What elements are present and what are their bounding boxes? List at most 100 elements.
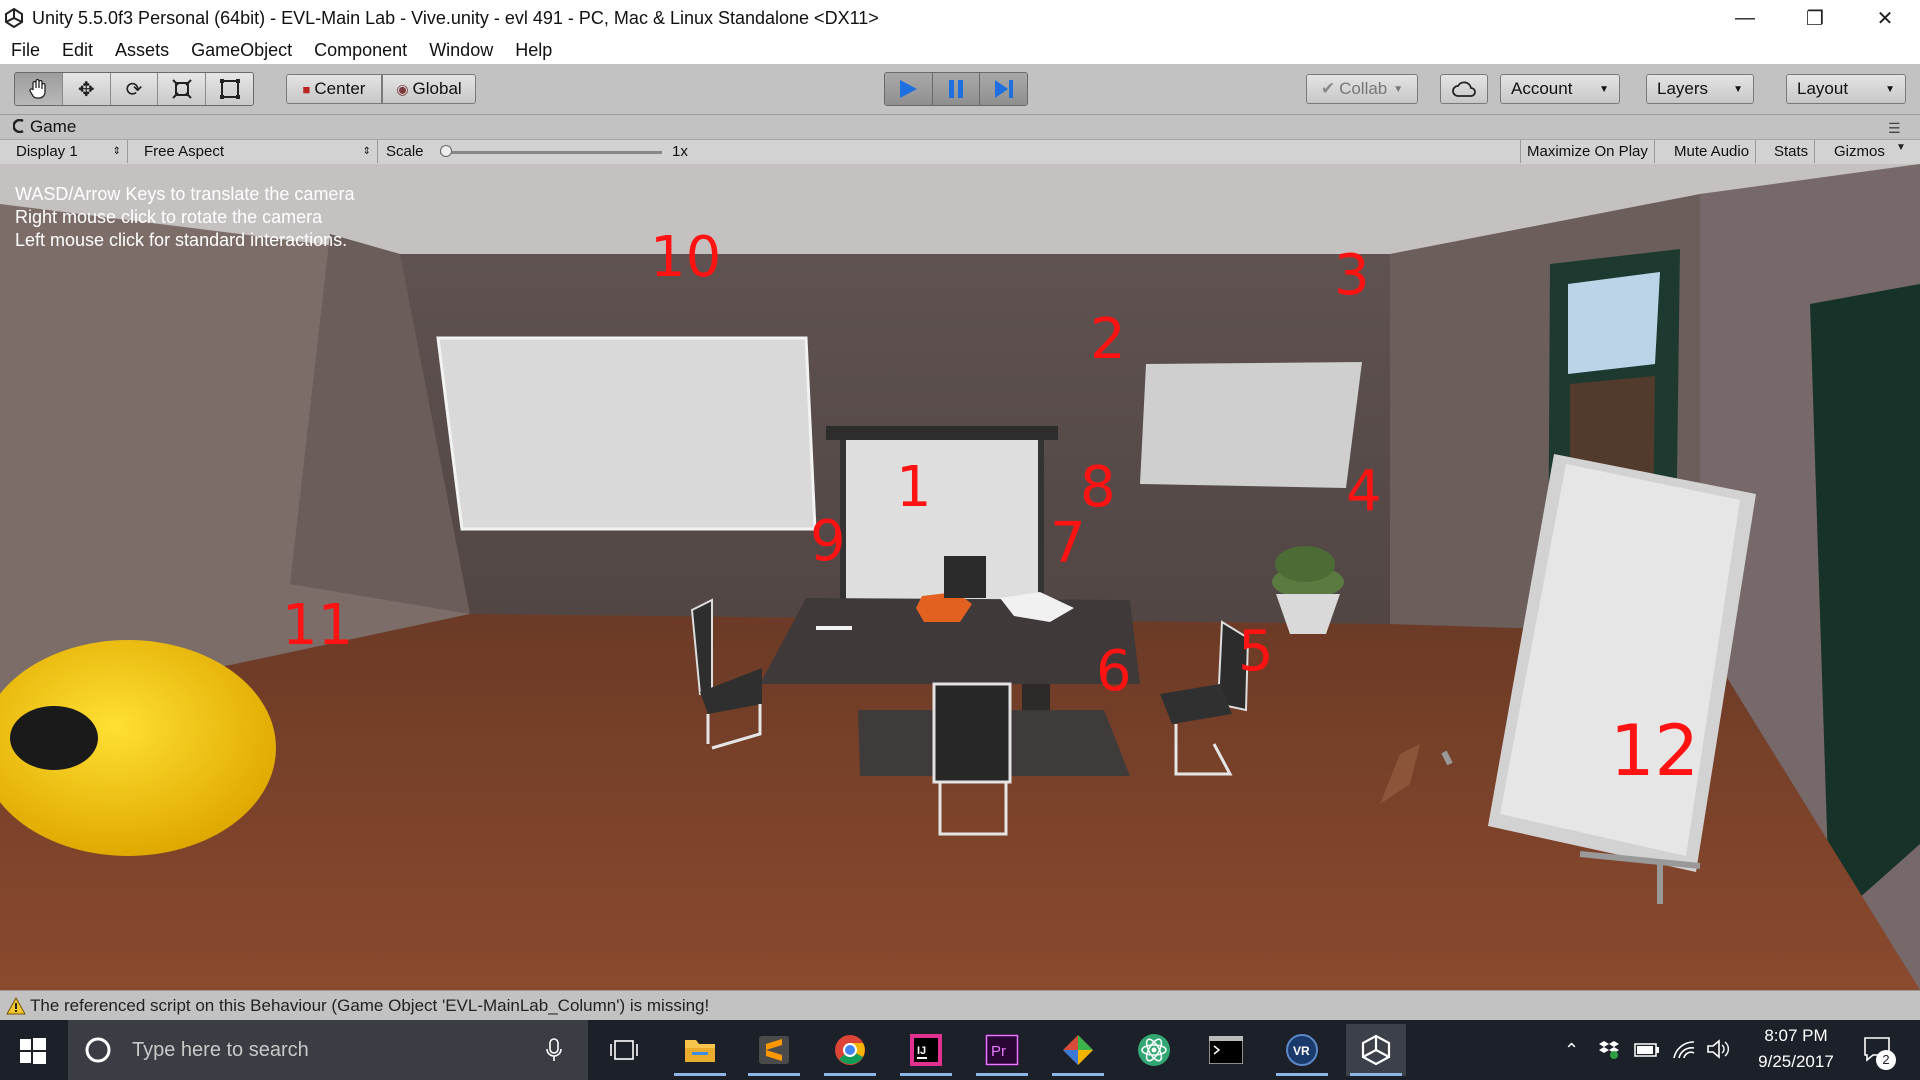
play-controls	[884, 72, 1028, 106]
display-dropdown[interactable]: Display 1 ⇕	[10, 140, 128, 163]
rect-icon[interactable]	[206, 73, 253, 105]
battery-icon[interactable]	[1634, 1042, 1660, 1058]
annotation-11: 11	[282, 593, 354, 658]
window-title: Unity 5.5.0f3 Personal (64bit) - EVL-Mai…	[32, 8, 879, 28]
menu-window[interactable]: Window	[418, 40, 504, 61]
hint-rotate: Right mouse click to rotate the camera	[15, 207, 323, 227]
restore-icon[interactable]: ❐	[1780, 0, 1850, 36]
menu-gameobject[interactable]: GameObject	[180, 40, 303, 61]
aspect-dropdown[interactable]: Free Aspect ⇕	[138, 140, 378, 163]
scale-slider[interactable]	[440, 145, 662, 157]
annotation-9: 9	[810, 509, 846, 574]
annotation-2: 2	[1090, 307, 1126, 372]
dropdown-arrow-icon[interactable]: ▼	[1896, 142, 1906, 153]
volume-icon[interactable]	[1706, 1038, 1730, 1060]
svg-text:IJ: IJ	[917, 1045, 926, 1057]
game-tab-bar	[0, 115, 1920, 139]
globe-icon: ◉	[396, 80, 409, 97]
pivot-global-button[interactable]: ◉ Global	[382, 74, 476, 104]
rotate-icon[interactable]: ⟳	[110, 73, 159, 105]
layout-dropdown[interactable]: Layout ▼	[1786, 74, 1906, 104]
windows-start-icon[interactable]	[20, 1038, 46, 1069]
atom-icon[interactable]	[1124, 1024, 1184, 1076]
game-tab-icon	[13, 119, 24, 133]
git-kraken-icon[interactable]	[1048, 1024, 1108, 1076]
vr-icon[interactable]: VR	[1272, 1024, 1332, 1076]
wifi-icon[interactable]	[1672, 1038, 1696, 1060]
minimize-icon[interactable]: —	[1710, 0, 1780, 36]
menu-bar: File Edit Assets GameObject Component Wi…	[0, 36, 1920, 64]
annotation-4: 4	[1346, 459, 1382, 524]
menu-assets[interactable]: Assets	[104, 40, 180, 61]
search-box[interactable]: Type here to search	[68, 1020, 588, 1080]
pivot-global-label: Global	[412, 79, 462, 98]
sublime-text-icon[interactable]	[744, 1024, 804, 1076]
layout-label: Layout	[1797, 79, 1849, 98]
dropdown-arrow-icon: ▼	[1393, 83, 1404, 95]
status-message[interactable]: The referenced script on this Behaviour …	[30, 996, 709, 1016]
dropdown-arrow-icon: ▼	[1885, 83, 1895, 95]
scale-icon[interactable]	[158, 73, 207, 105]
game-tab[interactable]: Game	[30, 117, 76, 137]
stats-button[interactable]: Stats	[1768, 140, 1816, 163]
dropdown-arrow-icon: ▼	[1733, 83, 1743, 95]
pivot-center-button[interactable]: ■ Center	[286, 74, 382, 104]
action-center-button[interactable]: 2	[1862, 1034, 1902, 1074]
menu-help[interactable]: Help	[504, 40, 563, 61]
annotation-6: 6	[1096, 639, 1132, 704]
microphone-icon[interactable]	[546, 1038, 562, 1062]
clock-time[interactable]: 8:07 PM	[1746, 1026, 1846, 1046]
unity-logo-icon	[5, 8, 23, 28]
layers-dropdown[interactable]: Layers ▼	[1646, 74, 1754, 104]
intellij-icon[interactable]: IJ	[896, 1024, 956, 1076]
scale-value: 1x	[672, 143, 688, 160]
account-label: Account	[1511, 79, 1573, 98]
play-icon[interactable]	[885, 73, 933, 105]
cloud-button[interactable]	[1440, 74, 1488, 104]
collab-label: Collab	[1339, 79, 1388, 98]
menu-component[interactable]: Component	[303, 40, 418, 61]
menu-edit[interactable]: Edit	[51, 40, 104, 61]
annotation-1: 1	[896, 455, 932, 520]
annotation-5: 5	[1238, 619, 1274, 684]
warning-icon	[6, 997, 26, 1015]
annotation-8: 8	[1080, 455, 1116, 520]
check-icon: ✔	[1320, 79, 1336, 98]
pause-icon[interactable]	[932, 73, 981, 105]
account-dropdown[interactable]: Account ▼	[1500, 74, 1620, 104]
premiere-icon[interactable]: Pr	[972, 1024, 1032, 1076]
annotation-3: 3	[1334, 243, 1370, 308]
dropdown-arrow-icon: ▼	[1599, 83, 1609, 95]
svg-text:Pr: Pr	[991, 1043, 1006, 1060]
updown-arrow-icon: ⇕	[112, 146, 121, 157]
notification-badge: 2	[1876, 1050, 1896, 1070]
dropbox-icon[interactable]	[1598, 1038, 1620, 1060]
game-viewport[interactable]: WASD/Arrow Keys to translate the camera …	[0, 164, 1920, 990]
room-render	[0, 164, 1920, 990]
collab-button[interactable]: ✔ Collab ▼	[1306, 74, 1418, 104]
maximize-on-play-button[interactable]: Maximize On Play	[1520, 140, 1655, 163]
cloud-icon	[1452, 81, 1476, 97]
pivot-center-label: Center	[314, 79, 366, 98]
chevron-up-icon[interactable]: ⌃	[1564, 1040, 1579, 1061]
close-icon[interactable]: ✕	[1850, 0, 1920, 36]
chrome-icon[interactable]	[820, 1024, 880, 1076]
step-icon[interactable]	[980, 73, 1027, 105]
hint-translate: WASD/Arrow Keys to translate the camera	[15, 184, 355, 204]
transform-tools: ✥ ⟳	[14, 72, 254, 106]
file-explorer-icon[interactable]	[670, 1024, 730, 1076]
search-placeholder: Type here to search	[132, 1039, 309, 1061]
task-view-icon[interactable]	[594, 1024, 654, 1076]
clock-date[interactable]: 9/25/2017	[1746, 1052, 1846, 1072]
panel-menu-icon[interactable]: ☰	[1888, 120, 1901, 137]
aspect-label: Free Aspect	[144, 143, 225, 160]
updown-arrow-icon: ⇕	[362, 146, 371, 157]
mute-audio-button[interactable]: Mute Audio	[1668, 140, 1757, 163]
menu-file[interactable]: File	[0, 40, 51, 61]
hand-icon[interactable]	[15, 73, 63, 105]
unity-icon[interactable]	[1346, 1024, 1406, 1076]
gizmos-button[interactable]: Gizmos	[1828, 140, 1891, 163]
move-icon[interactable]: ✥	[62, 73, 111, 105]
scale-slider-thumb[interactable]	[440, 145, 452, 157]
terminal-icon[interactable]	[1196, 1024, 1256, 1076]
